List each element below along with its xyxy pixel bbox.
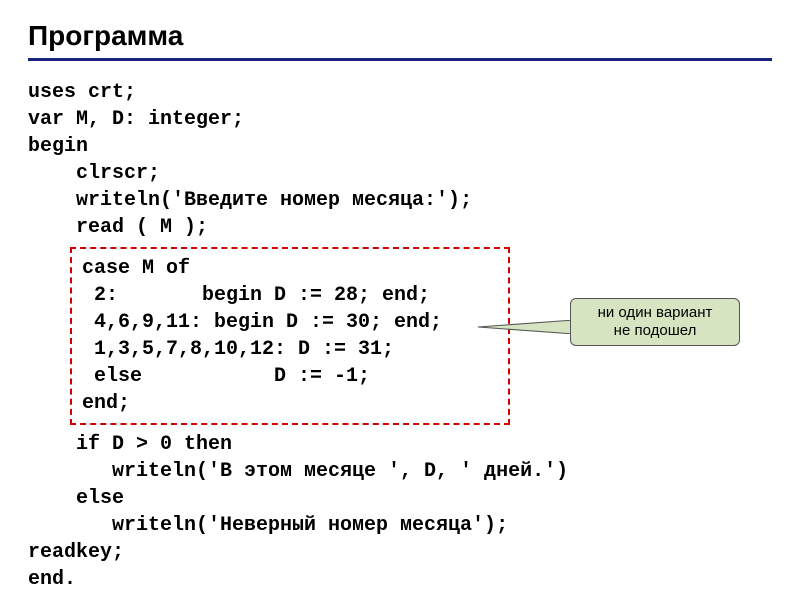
page-title: Программа — [28, 20, 772, 52]
code-line: clrscr; — [76, 160, 772, 187]
code-line: 2: begin D := 28; end; — [82, 282, 498, 309]
case-highlight-box: case M of 2: begin D := 28; end; 4,6,9,1… — [70, 247, 510, 425]
code-line: var M, D: integer; — [28, 106, 772, 133]
code-line: uses crt; — [28, 79, 772, 106]
code-line: 4,6,9,11: begin D := 30; end; — [82, 309, 498, 336]
code-line: writeln('Неверный номер месяца'); — [112, 512, 772, 539]
slide: Программа uses crt; var M, D: integer; b… — [0, 0, 800, 600]
callout-note: ни один вариант не подошел — [570, 298, 740, 346]
title-underline — [28, 58, 772, 61]
code-line: writeln('Введите номер месяца:'); — [76, 187, 772, 214]
code-line: case M of — [82, 255, 498, 282]
callout-arrow-icon — [478, 320, 574, 334]
code-line: writeln('В этом месяце ', D, ' дней.') — [112, 458, 772, 485]
code-line: end; — [82, 390, 498, 417]
callout-text: ни один вариант — [577, 304, 733, 322]
code-line: end. — [28, 566, 772, 593]
code-line: if D > 0 then — [76, 431, 772, 458]
callout-text: не подошел — [577, 322, 733, 340]
code-line: 1,3,5,7,8,10,12: D := 31; — [82, 336, 498, 363]
code-line: else D := -1; — [82, 363, 498, 390]
code-line: begin — [28, 133, 772, 160]
code-line: readkey; — [28, 539, 772, 566]
code-line: else — [76, 485, 772, 512]
code-line: read ( M ); — [76, 214, 772, 241]
